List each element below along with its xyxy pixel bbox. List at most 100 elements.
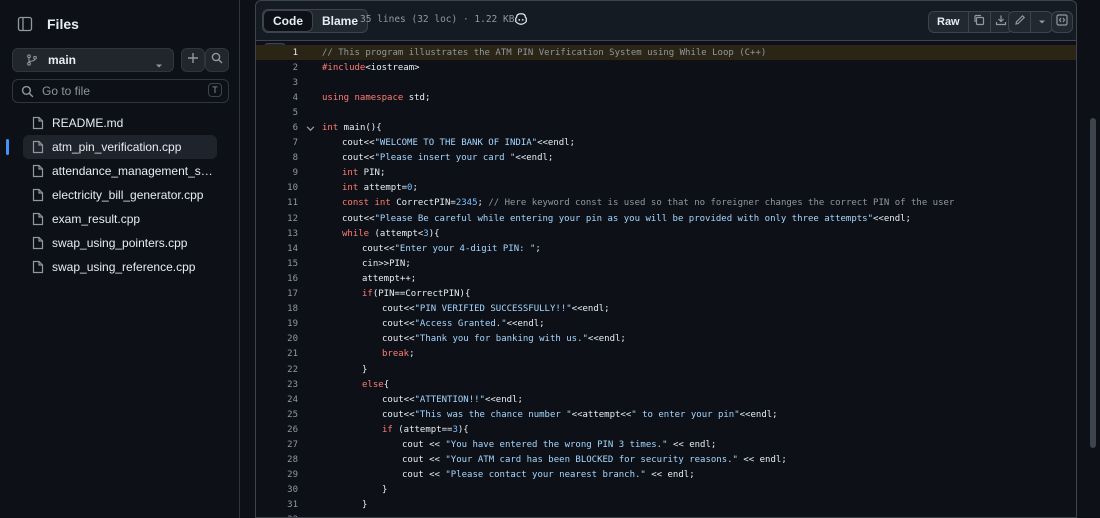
line-number[interactable]: 27	[256, 440, 298, 450]
line-number[interactable]: 10	[256, 183, 298, 193]
code-line: 16 attempt++;	[256, 271, 1076, 286]
line-number[interactable]: 4	[256, 93, 298, 103]
line-number[interactable]: 24	[256, 395, 298, 405]
line-number[interactable]: 13	[256, 229, 298, 239]
line-number[interactable]: 25	[256, 410, 298, 420]
tab-blame[interactable]: Blame	[313, 10, 367, 32]
symbols-panel-button[interactable]	[1051, 11, 1073, 33]
line-number[interactable]: 29	[256, 470, 298, 480]
download-icon	[995, 13, 1007, 31]
pencil-icon	[1014, 13, 1026, 31]
file-icon	[32, 236, 44, 250]
raw-button[interactable]: Raw	[929, 12, 969, 32]
file-tree-item[interactable]: electricity_bill_generator.cpp	[23, 183, 217, 207]
line-number[interactable]: 26	[256, 425, 298, 435]
code-line: 25 cout<<"This was the chance number "<<a…	[256, 407, 1076, 422]
code-text: if(PIN==CorrectPIN){	[362, 289, 471, 300]
go-to-file-input[interactable]	[42, 84, 192, 98]
code-text: const int CorrectPIN=2345; // Here keywo…	[342, 198, 955, 209]
code-text: // This program illustrates the ATM PIN …	[322, 47, 767, 58]
file-tree-item[interactable]: README.md	[23, 111, 217, 135]
line-number[interactable]: 5	[256, 108, 298, 118]
code-line: 20 cout<<"Thank you for banking with us."…	[256, 332, 1076, 347]
collapse-sidebar-icon[interactable]	[17, 16, 33, 32]
code-line: 2 #include<iostream>	[256, 60, 1076, 75]
line-number[interactable]: 30	[256, 485, 298, 495]
add-file-button[interactable]	[181, 48, 205, 72]
file-tree-item[interactable]: exam_result.cpp	[23, 207, 217, 231]
line-number[interactable]: 22	[256, 365, 298, 375]
code-line: 18 cout<<"PIN VERIFIED SUCCESSFULLY!!"<<e…	[256, 302, 1076, 317]
line-number[interactable]: 14	[256, 244, 298, 254]
line-number[interactable]: 23	[256, 380, 298, 390]
line-number[interactable]: 15	[256, 259, 298, 269]
line-number[interactable]: 16	[256, 274, 298, 284]
code-text: cout<<"Thank you for banking with us."<<…	[382, 334, 626, 345]
fold-chevron-icon[interactable]	[298, 124, 322, 133]
line-number[interactable]: 3	[256, 78, 298, 88]
code-text: attempt++;	[362, 273, 417, 284]
line-number[interactable]: 7	[256, 138, 298, 148]
file-name: swap_using_reference.cpp	[52, 260, 196, 274]
file-tree-item[interactable]: attendance_management_system...	[23, 159, 217, 183]
chevron-down-icon	[155, 57, 163, 75]
line-number[interactable]: 8	[256, 153, 298, 163]
line-number[interactable]: 31	[256, 500, 298, 510]
copilot-icon[interactable]	[514, 12, 528, 26]
code-viewer[interactable]: 1 // This program illustrates the ATM PIN…	[255, 40, 1077, 518]
page-scrollbar[interactable]	[1090, 118, 1096, 448]
file-icon	[32, 188, 44, 202]
go-to-file-field[interactable]: T	[12, 79, 229, 103]
code-text: }	[362, 364, 368, 375]
code-text: cout << "Please contact your nearest bra…	[402, 470, 695, 481]
code-line: 31}	[256, 498, 1076, 513]
tab-code[interactable]: Code	[263, 10, 313, 32]
line-number[interactable]: 28	[256, 455, 298, 465]
code-line: 27 cout << "You have entered the wrong PI…	[256, 437, 1076, 452]
code-line: 30}	[256, 483, 1076, 498]
code-square-icon	[1056, 13, 1068, 31]
code-text: cout << "You have entered the wrong PIN …	[402, 439, 717, 450]
line-number[interactable]: 9	[256, 168, 298, 178]
line-number[interactable]: 12	[256, 214, 298, 224]
code-text: int PIN;	[342, 168, 386, 179]
branch-selector[interactable]: main	[12, 48, 174, 72]
line-number[interactable]: 11	[256, 198, 298, 208]
line-number[interactable]: 17	[256, 289, 298, 299]
edit-file-button[interactable]	[1009, 12, 1031, 32]
code-lines: 1 // This program illustrates the ATM PIN…	[256, 45, 1076, 517]
line-number[interactable]: 21	[256, 349, 298, 359]
copy-raw-button[interactable]	[969, 12, 991, 32]
file-info: 35 lines (32 loc) · 1.22 KB	[360, 14, 515, 25]
chevron-down-icon	[1038, 13, 1046, 31]
code-text: cout<<"This was the chance number "<<att…	[382, 409, 778, 420]
line-number[interactable]: 2	[256, 63, 298, 73]
line-number[interactable]: 19	[256, 319, 298, 329]
code-text: #include<iostream>	[322, 62, 420, 73]
code-line: 21 break;	[256, 347, 1076, 362]
code-text: cout << "Your ATM card has been BLOCKED …	[402, 455, 787, 466]
code-line: 28 cout << "Your ATM card has been BLOCKE…	[256, 453, 1076, 468]
code-line: 1 // This program illustrates the ATM PIN…	[256, 45, 1076, 61]
code-text: cout<<"Access Granted."<<endl;	[382, 319, 545, 330]
line-number[interactable]: 18	[256, 304, 298, 314]
line-number[interactable]: 6	[256, 123, 298, 133]
file-tree: README.md atm_pin_verification.cpp attenda…	[0, 111, 240, 279]
file-tree-item[interactable]: swap_using_reference.cpp	[23, 255, 217, 279]
file-name: exam_result.cpp	[52, 212, 141, 226]
file-tree-item[interactable]: swap_using_pointers.cpp	[23, 231, 217, 255]
code-text: else{	[362, 379, 390, 390]
line-number[interactable]: 20	[256, 334, 298, 344]
code-line: 12 cout<<"Please Be careful while enterin…	[256, 211, 1076, 226]
file-tree-item[interactable]: atm_pin_verification.cpp	[6, 135, 217, 159]
branch-name: main	[48, 53, 77, 67]
file-icon	[32, 164, 44, 178]
file-icon	[32, 212, 44, 226]
edit-options-button[interactable]	[1031, 12, 1052, 32]
code-line: 6 int main(){	[256, 120, 1076, 135]
code-text: break;	[382, 349, 415, 360]
file-name: swap_using_pointers.cpp	[52, 236, 188, 250]
line-number[interactable]: 1	[256, 48, 298, 58]
code-text: if (attempt==3){	[382, 424, 469, 435]
search-files-button[interactable]	[205, 48, 229, 72]
